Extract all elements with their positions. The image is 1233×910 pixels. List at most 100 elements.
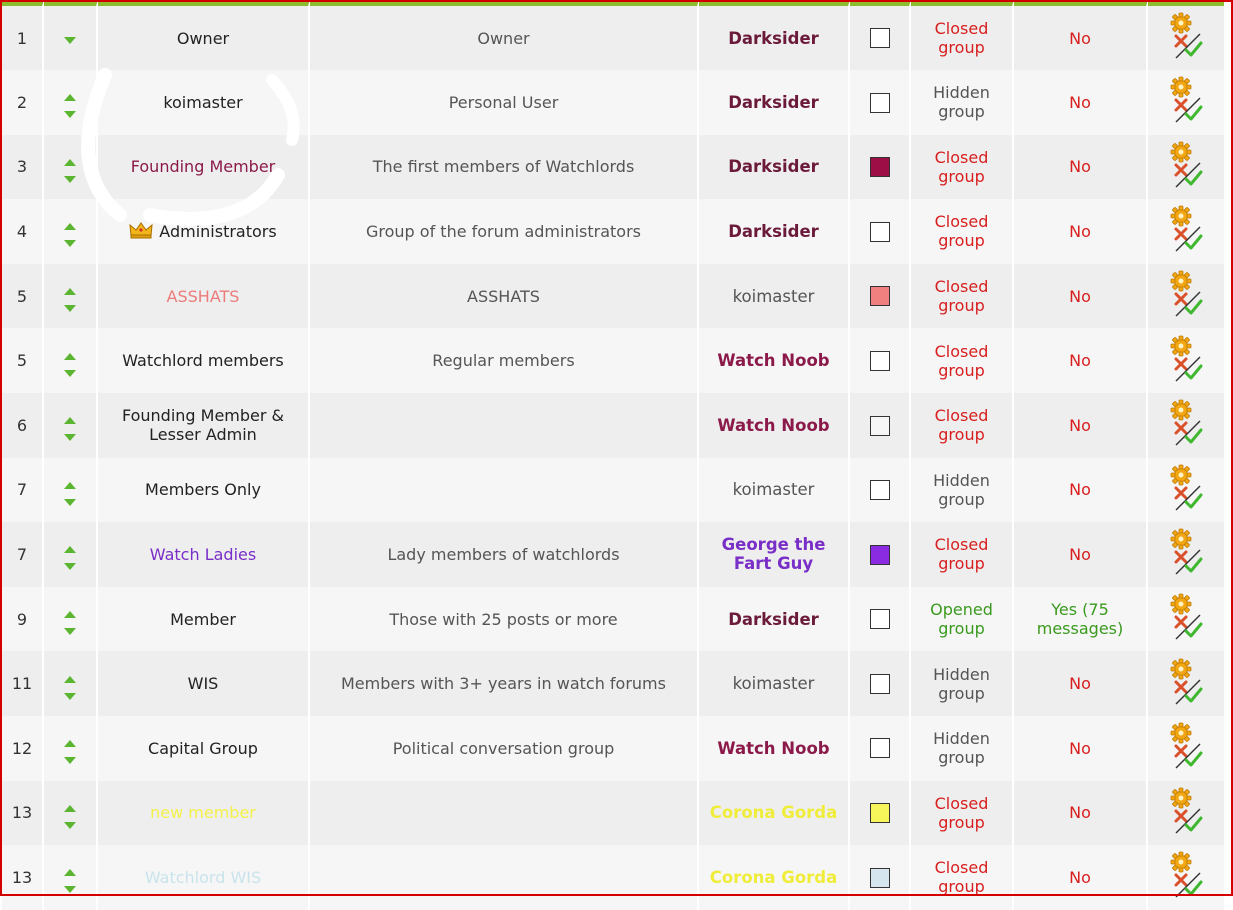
group-leader-link[interactable]: Darksider xyxy=(728,93,819,112)
group-color-cell xyxy=(850,263,911,329)
move-down-arrow-icon[interactable] xyxy=(64,369,76,377)
edit-permissions-icon[interactable] xyxy=(1168,722,1204,770)
move-down-arrow-icon[interactable] xyxy=(64,692,76,700)
group-name[interactable]: new member xyxy=(150,803,256,822)
reorder-controls xyxy=(64,675,76,700)
auto-join-messages: No xyxy=(1014,651,1148,716)
move-up-arrow-icon[interactable] xyxy=(64,288,76,296)
reorder-controls xyxy=(64,804,76,829)
group-name[interactable]: Administrators xyxy=(159,222,276,241)
edit-permissions-icon[interactable] xyxy=(1168,335,1204,383)
crown-icon xyxy=(129,222,153,239)
group-leader-link[interactable]: Corona Gorda xyxy=(710,868,838,887)
move-down-arrow-icon[interactable] xyxy=(64,563,76,571)
edit-permissions-icon[interactable] xyxy=(1168,12,1204,60)
group-name[interactable]: Watchlord WIS xyxy=(145,868,261,887)
move-down-arrow-icon[interactable] xyxy=(64,757,76,765)
edit-permissions-icon[interactable] xyxy=(1168,399,1204,447)
actions-cell xyxy=(1148,780,1224,846)
group-name[interactable]: Founding Member xyxy=(131,157,276,176)
group-color-cell xyxy=(850,715,911,781)
group-row: 9 Member Those with 25 posts or more Darksi… xyxy=(2,586,1224,652)
group-leader-link[interactable]: Watch Noob xyxy=(717,739,829,758)
group-color-cell xyxy=(850,134,911,200)
group-name[interactable]: ASSHATS xyxy=(167,287,240,306)
move-up-arrow-icon[interactable] xyxy=(64,546,76,554)
position-number: 13 xyxy=(2,780,44,846)
move-up-arrow-icon[interactable] xyxy=(64,804,76,812)
group-name[interactable]: Members Only xyxy=(145,480,261,499)
move-down-arrow-icon[interactable] xyxy=(64,36,76,44)
edit-permissions-icon[interactable] xyxy=(1168,787,1204,835)
move-up-arrow-icon[interactable] xyxy=(64,675,76,683)
group-color-cell xyxy=(850,586,911,652)
move-up-arrow-icon[interactable] xyxy=(64,352,76,360)
edit-permissions-icon[interactable] xyxy=(1168,464,1204,512)
group-name[interactable]: Capital Group xyxy=(148,739,258,758)
group-leader-link[interactable]: Darksider xyxy=(728,157,819,176)
group-name[interactable]: WIS xyxy=(188,674,219,693)
position-number: 6 xyxy=(2,392,44,458)
group-name[interactable]: Watchlord members xyxy=(122,351,284,370)
move-up-arrow-icon[interactable] xyxy=(64,611,76,619)
move-down-arrow-icon[interactable] xyxy=(64,434,76,442)
group-leader-link[interactable]: Darksider xyxy=(728,610,819,629)
move-down-arrow-icon[interactable] xyxy=(64,111,76,119)
reorder-cell xyxy=(44,651,98,716)
group-type-status: Closed group xyxy=(911,845,1014,910)
group-leader-link[interactable]: koimaster xyxy=(733,674,815,693)
move-up-arrow-icon[interactable] xyxy=(64,740,76,748)
move-down-arrow-icon[interactable] xyxy=(64,886,76,894)
group-name[interactable]: Watch Ladies xyxy=(150,545,256,564)
edit-permissions-icon[interactable] xyxy=(1168,141,1204,189)
move-up-arrow-icon[interactable] xyxy=(64,481,76,489)
group-name[interactable]: Owner xyxy=(177,29,229,48)
group-name[interactable]: Member xyxy=(170,610,236,629)
group-leader-link[interactable]: koimaster xyxy=(733,287,815,306)
edit-permissions-icon[interactable] xyxy=(1168,658,1204,706)
move-up-arrow-icon[interactable] xyxy=(64,223,76,231)
move-down-arrow-icon[interactable] xyxy=(64,628,76,636)
group-leader-link[interactable]: Watch Noob xyxy=(717,351,829,370)
edit-permissions-icon[interactable] xyxy=(1168,851,1204,899)
actions-cell xyxy=(1148,715,1224,781)
group-name-cell: ASSHATS xyxy=(98,263,310,329)
group-name-cell: Founding Member & Lesser Admin xyxy=(98,392,310,458)
auto-join-messages: No xyxy=(1014,457,1148,523)
group-leader-link[interactable]: Watch Noob xyxy=(717,416,829,435)
group-color-swatch xyxy=(869,544,890,565)
group-color-swatch xyxy=(869,350,890,371)
reorder-controls xyxy=(64,36,76,44)
move-up-arrow-icon[interactable] xyxy=(64,869,76,877)
move-up-arrow-icon[interactable] xyxy=(64,417,76,425)
reorder-controls xyxy=(64,481,76,506)
group-leader-link[interactable]: Darksider xyxy=(728,29,819,48)
group-color-cell xyxy=(850,70,911,135)
group-leader-link[interactable]: George the Fart Guy xyxy=(722,535,826,573)
edit-permissions-icon[interactable] xyxy=(1168,76,1204,124)
group-description: Owner xyxy=(310,0,699,70)
group-leader-link[interactable]: Darksider xyxy=(728,222,819,241)
position-number: 12 xyxy=(2,715,44,781)
auto-join-messages: No xyxy=(1014,70,1148,135)
group-color-swatch xyxy=(869,803,890,824)
move-down-arrow-icon[interactable] xyxy=(64,240,76,248)
auto-join-messages: No xyxy=(1014,780,1148,846)
move-down-arrow-icon[interactable] xyxy=(64,821,76,829)
edit-permissions-icon[interactable] xyxy=(1168,270,1204,318)
group-name[interactable]: koimaster xyxy=(163,93,242,112)
move-down-arrow-icon[interactable] xyxy=(64,305,76,313)
move-up-arrow-icon[interactable] xyxy=(64,94,76,102)
move-up-arrow-icon[interactable] xyxy=(64,158,76,166)
group-row: 6 Founding Member & Lesser Admin Watch Noo… xyxy=(2,392,1224,458)
move-down-arrow-icon[interactable] xyxy=(64,175,76,183)
move-down-arrow-icon[interactable] xyxy=(64,498,76,506)
position-number: 4 xyxy=(2,199,44,264)
edit-permissions-icon[interactable] xyxy=(1168,593,1204,641)
group-leader-link[interactable]: koimaster xyxy=(733,480,815,499)
edit-permissions-icon[interactable] xyxy=(1168,528,1204,576)
group-leader-link[interactable]: Corona Gorda xyxy=(710,803,838,822)
edit-permissions-icon[interactable] xyxy=(1168,205,1204,253)
group-name[interactable]: Founding Member & Lesser Admin xyxy=(122,406,284,444)
group-name-cell: new member xyxy=(98,780,310,846)
